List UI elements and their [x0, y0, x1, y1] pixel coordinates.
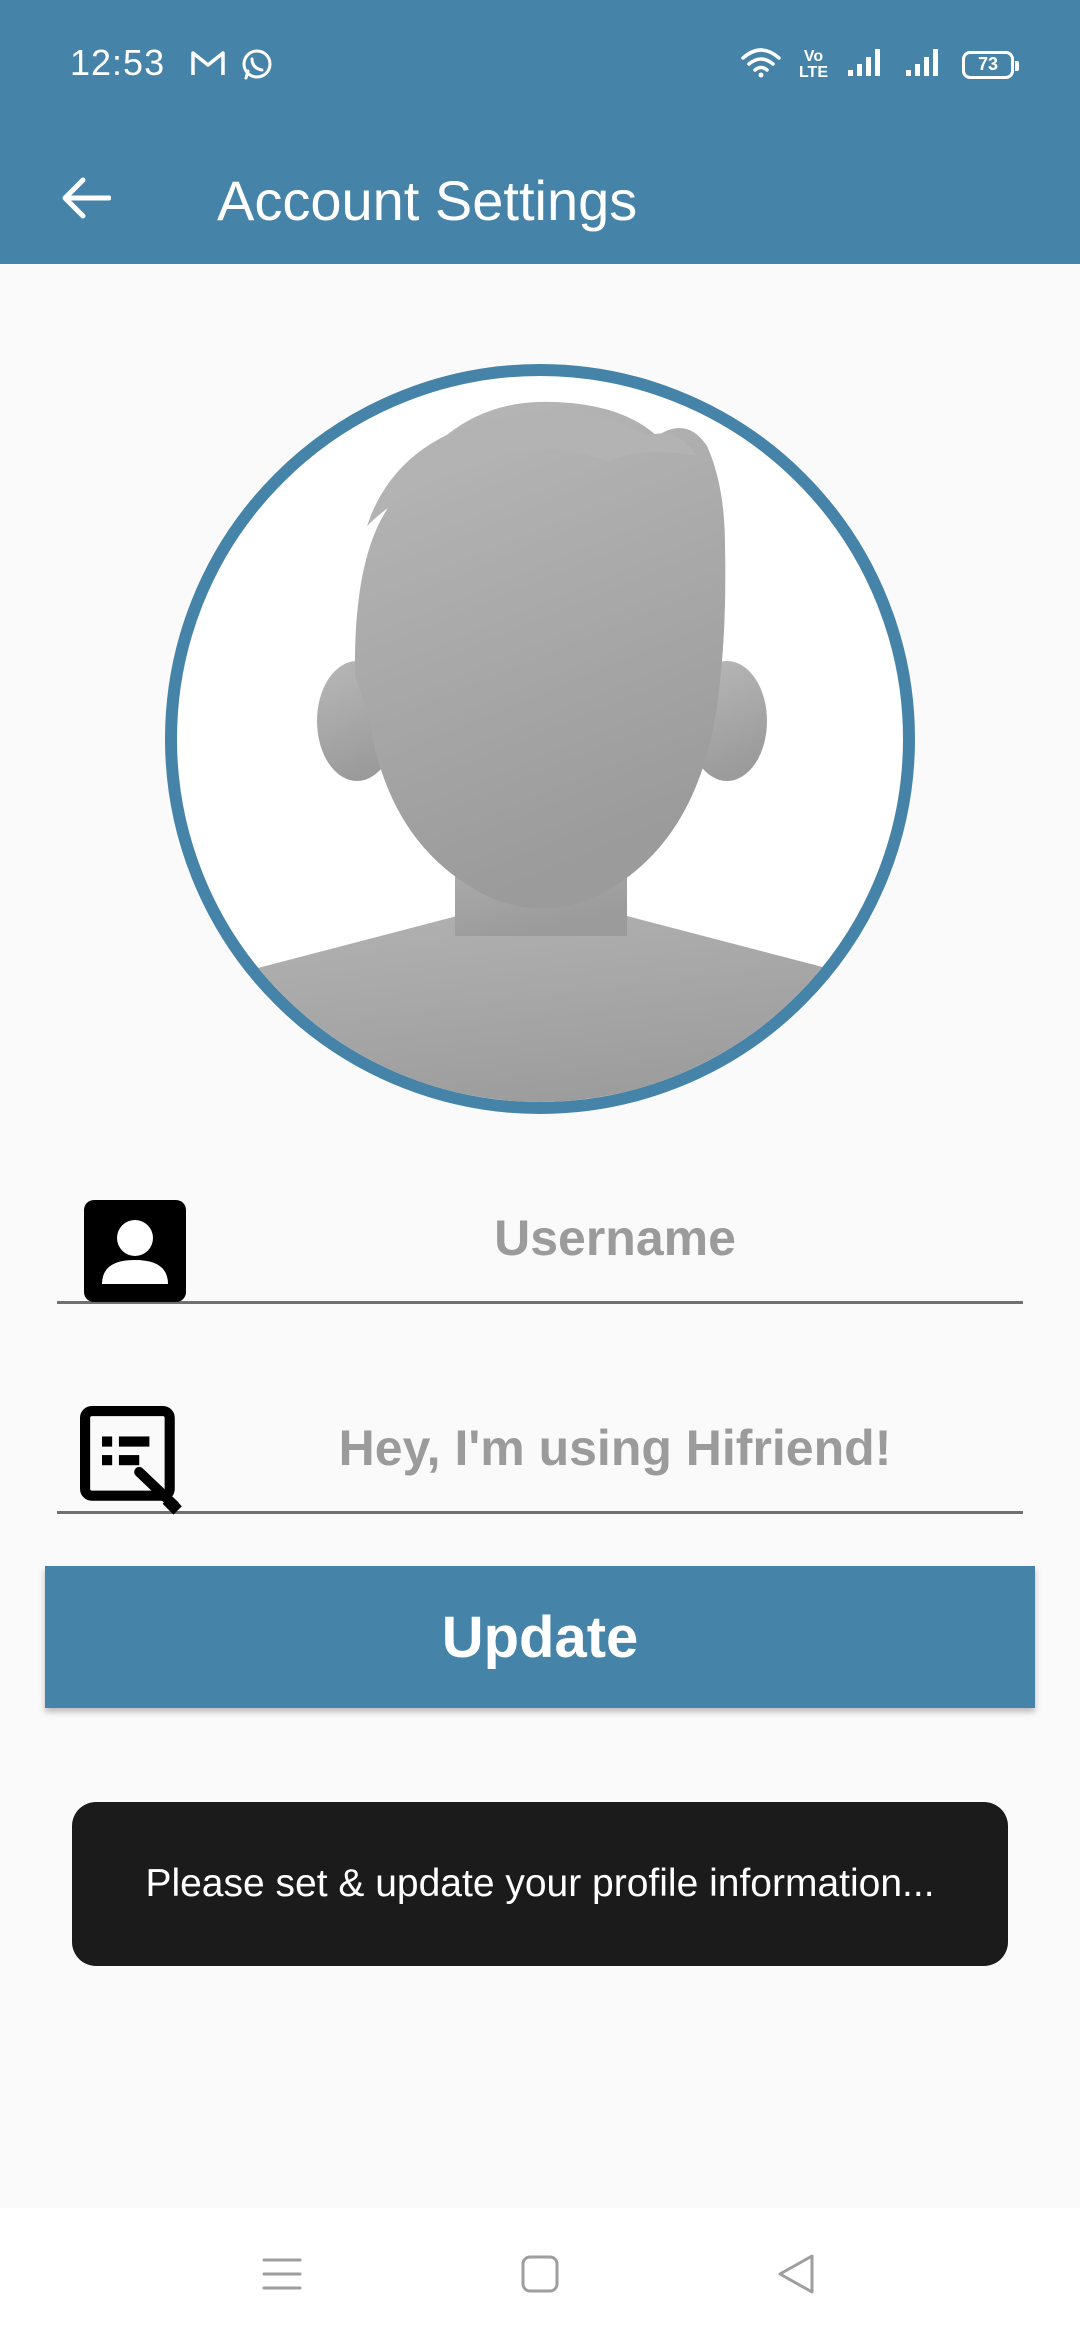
status-bar: 12:53 Vo LTE 73 [0, 0, 1080, 132]
toolbar: Account Settings [0, 132, 1080, 264]
battery-icon: 73 [962, 50, 1019, 79]
wifi-icon [741, 46, 781, 83]
page-title: Account Settings [217, 169, 638, 232]
system-status-icons: Vo LTE 73 [741, 46, 1019, 83]
username-field-row [57, 1178, 1023, 1304]
toast-message: Please set & update your profile informa… [72, 1802, 1008, 1966]
back-triangle-icon [778, 2254, 814, 2294]
update-button[interactable]: Update [45, 1566, 1035, 1708]
whatsapp-icon [240, 48, 274, 87]
system-nav-bar [0, 2208, 1080, 2340]
signal-icon [904, 46, 944, 83]
gmail-icon [190, 48, 226, 87]
menu-icon [262, 2258, 302, 2290]
username-input[interactable] [207, 1198, 1023, 1278]
status-time: 12:53 [70, 42, 166, 83]
system-back-button[interactable] [756, 2234, 836, 2314]
app-bar: 12:53 Vo LTE 73 Account Settings [0, 0, 1080, 264]
toast-text: Please set & update your profile informa… [145, 1862, 935, 1905]
status-field-row [57, 1388, 1023, 1515]
default-avatar-icon [211, 401, 873, 1102]
recent-apps-button[interactable] [242, 2234, 322, 2314]
home-square-icon [521, 2255, 559, 2293]
signal-icon [846, 46, 886, 83]
arrow-left-icon [62, 177, 111, 219]
account-box-icon [84, 1200, 186, 1302]
status-input[interactable] [207, 1408, 1023, 1488]
profile-avatar[interactable] [165, 364, 915, 1114]
notification-icons [190, 48, 274, 87]
home-button[interactable] [500, 2234, 580, 2314]
edit-note-icon [80, 1406, 182, 1515]
volte-icon: Vo LTE [798, 47, 828, 81]
back-button[interactable] [50, 168, 120, 228]
